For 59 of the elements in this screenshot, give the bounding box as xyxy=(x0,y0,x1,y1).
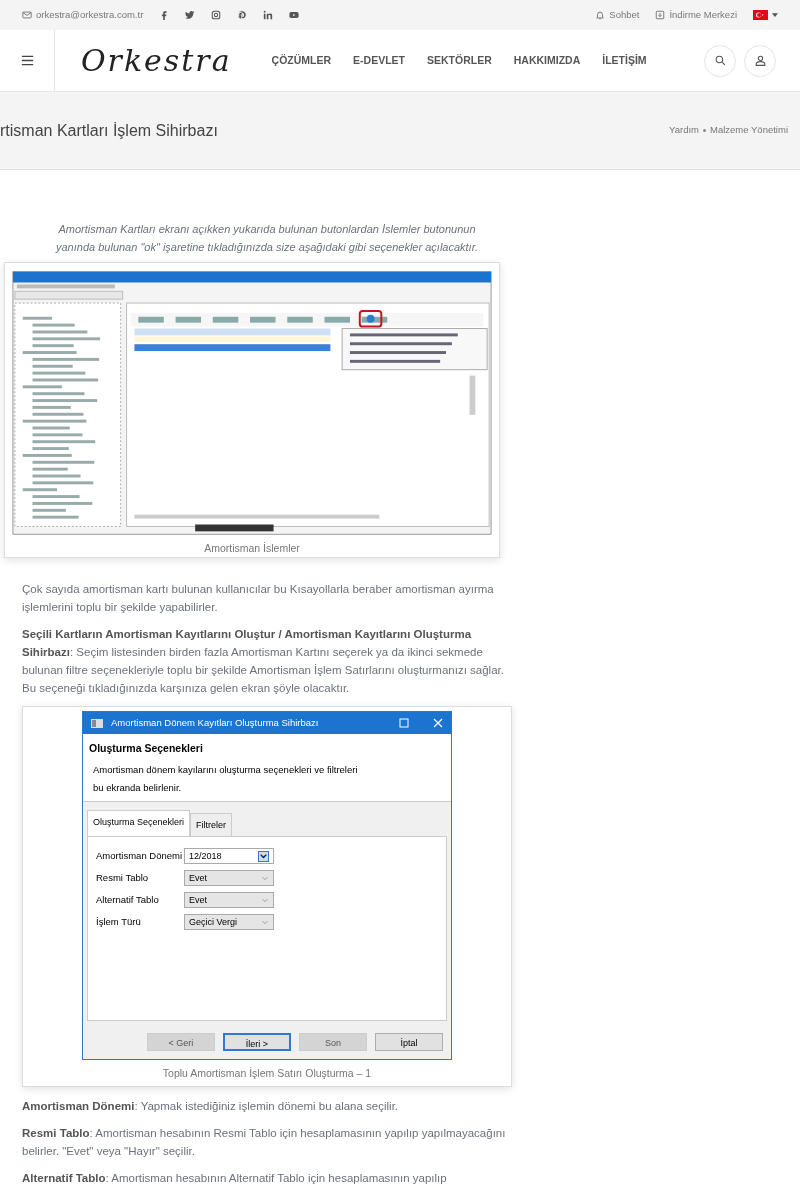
email-link[interactable]: orkestra@orkestra.com.tr xyxy=(22,7,144,23)
dialog-button[interactable]: İleri > xyxy=(223,1033,291,1051)
nav-link[interactable]: HAKKIMIZDA xyxy=(513,52,581,69)
logo[interactable]: Orkestra xyxy=(81,38,232,83)
breadcrumb-separator xyxy=(703,129,707,132)
tab[interactable]: Filtreler xyxy=(190,813,233,836)
field-label: Alternatif Tablo xyxy=(96,893,160,907)
dropdown-field[interactable]: Geçici Vergi xyxy=(184,914,274,930)
linkedin-icon[interactable] xyxy=(263,10,274,20)
paragraph: Amortisman Dönemi: Yapmak istediğiniz işlemin dönemi bu alana seçilir. xyxy=(22,1099,400,1114)
bell-icon xyxy=(595,10,606,20)
breadcrumb-link[interactable]: Malzeme Yönetimi xyxy=(710,123,788,138)
maximize-icon[interactable] xyxy=(399,718,409,728)
dialog-heading: Oluşturma Seçenekleri xyxy=(89,741,204,756)
nav-link[interactable]: E-DEVLET xyxy=(353,52,405,69)
figure-caption: Amortisman İslemler xyxy=(203,541,301,556)
field-label: Amortisman Dönemi xyxy=(96,849,184,863)
paragraph: Alternatif Tablo: Amortisman hesabının Alternatif Tablo için hesaplamasının yapılıp xyxy=(22,1171,448,1186)
language-selector[interactable] xyxy=(753,10,778,20)
pinterest-icon[interactable] xyxy=(237,10,248,20)
field-label: İşlem Türü xyxy=(96,915,142,929)
nav-link[interactable]: ÇÖZÜMLER xyxy=(271,52,332,69)
user-icon xyxy=(753,54,767,67)
mail-icon xyxy=(22,10,32,20)
dropdown-field[interactable]: 12/2018 xyxy=(184,848,274,864)
twitter-icon[interactable] xyxy=(185,10,196,20)
figure-caption: Toplu Amortisman İşlem Satırı Oluşturma – 1 xyxy=(162,1066,372,1081)
topbar-link[interactable]: Sohbet xyxy=(595,7,640,23)
breadcrumb-link[interactable]: Yardım xyxy=(669,123,700,138)
account-button[interactable] xyxy=(744,44,776,77)
search-icon xyxy=(713,54,727,67)
nav-link[interactable]: İLETİŞİM xyxy=(602,52,647,69)
chevron-down-icon xyxy=(261,874,269,882)
flag-icon xyxy=(753,10,768,20)
paragraph: Resmi Tablo: Amortisman hesabının Resmi Tablo için hesaplamasının yapılıp yapılmayacağını belirler. "Evet" veya "Hayır" seçilir. xyxy=(22,1126,507,1159)
search-button[interactable] xyxy=(704,44,736,77)
chevron-down-icon xyxy=(261,918,269,926)
youtube-icon[interactable] xyxy=(289,10,300,20)
dropdown-field[interactable]: Evet xyxy=(184,870,274,886)
paragraph: Çok sayıda amortisman kartı bulunan kullanıcılar bu Kısayollarla beraber amortisman ayırma işlemlerini toplu bir şekilde yapabilirler. xyxy=(22,582,495,615)
download-icon xyxy=(655,10,666,20)
page-title: rtisman Kartları İşlem Sihirbazı xyxy=(0,120,218,141)
dialog-button[interactable]: İptal xyxy=(375,1033,443,1051)
caret-icon xyxy=(772,13,778,17)
menu-icon[interactable] xyxy=(20,54,34,67)
paragraph: Seçili Kartların Amortisman Kayıtlarını Oluştur / Amortisman Kayıtlarını Oluşturma Sihirbazı: Seçim listesinden birden fazla Amortisman Kartını seçerek ya da ikinci sekmede bulunan filtre seçenekleriyle toplu bir şekilde Amortisman İşlem Satırlarını oluşturmanızı sağlar. Bu seçeneği tıkladığınızda karşınıza gelen ekran şöyle olacaktır. xyxy=(22,627,505,696)
app-icon xyxy=(91,718,103,728)
dialog-description: Amortisman dönem kayılarını oluşturma seçenekleri ve filtreleri bu ekranda belirlenir. xyxy=(92,763,359,795)
intro-text: Amortisman Kartları ekranı açıkken yukarıda bulunan butonlardan İslemler butonunun yanında bulunan "ok" işaretine tıkladığınızda size aşağıdaki gibi seçenekler açılacaktır. xyxy=(54,222,479,255)
nav-link[interactable]: SEKTÖRLER xyxy=(426,52,492,69)
dialog-title: Amortisman Dönem Kayıtları Oluşturma Sihirbazı xyxy=(111,716,319,730)
dropdown-field[interactable]: Evet xyxy=(184,892,274,908)
instagram-icon[interactable] xyxy=(211,10,222,20)
field-label: Resmi Tablo xyxy=(96,871,150,885)
close-icon[interactable] xyxy=(433,718,443,728)
topbar-link[interactable]: İndirme Merkezi xyxy=(655,7,737,23)
facebook-icon[interactable] xyxy=(159,10,170,20)
tab[interactable]: Oluşturma Seçenekleri xyxy=(87,810,191,836)
chevron-down-icon xyxy=(261,896,269,904)
